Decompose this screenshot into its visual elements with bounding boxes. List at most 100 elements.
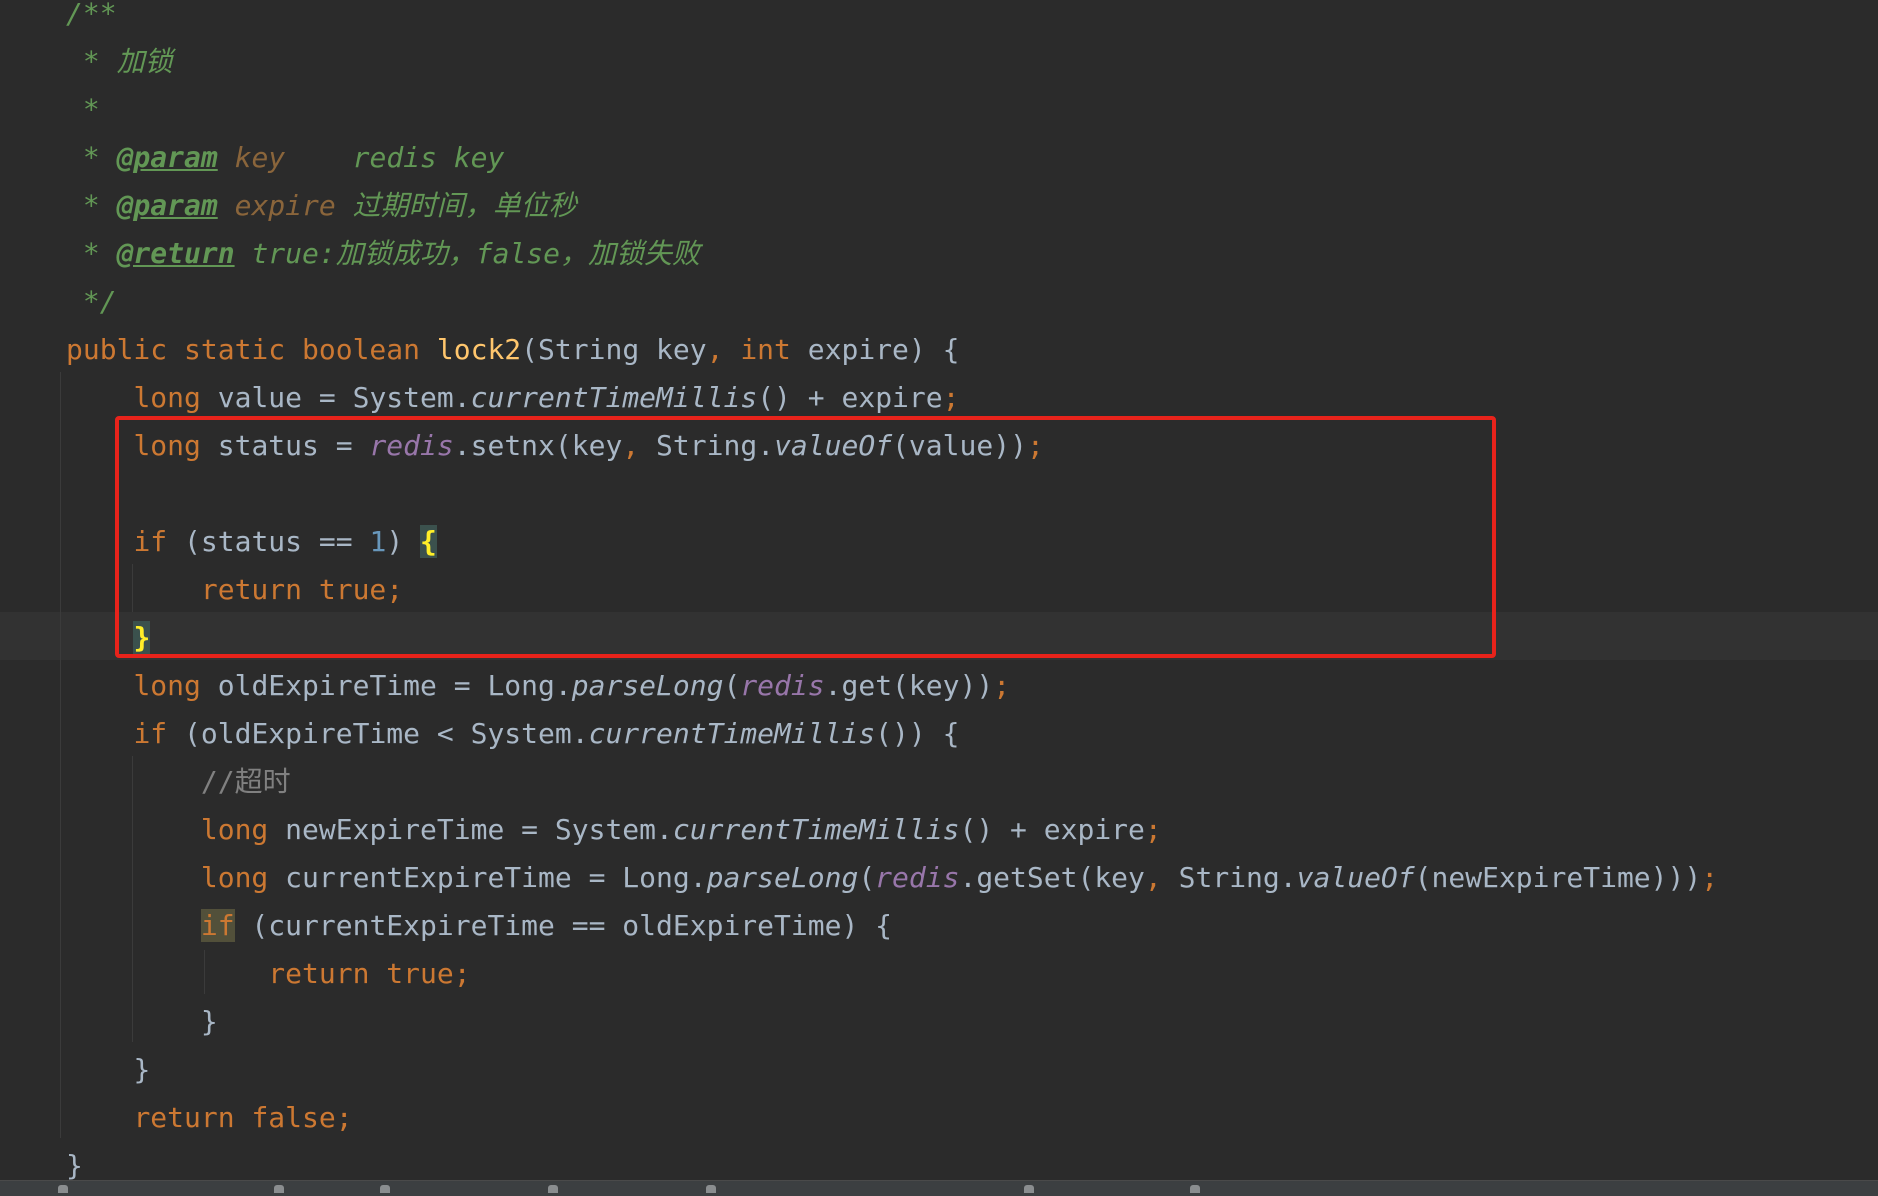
code-token: return true; [268,957,471,990]
code-line[interactable]: /** [66,0,117,38]
code-line[interactable]: if (oldExpireTime < System.currentTimeMi… [66,710,959,758]
code-token: return false; [133,1101,353,1134]
code-token: String. [1178,861,1297,894]
code-token: redis [740,669,825,702]
code-token: value = System. [217,381,471,414]
code-token: parseLong [571,669,724,702]
code-line[interactable]: return true; [66,950,471,998]
code-token: ()) { [875,717,960,750]
code-line[interactable]: long currentExpireTime = Long.parseLong (… [66,854,1718,902]
code-token: //超时 [200,765,291,798]
code-token: long [133,669,218,702]
code-token: * 加锁 [66,45,173,78]
status-bar [0,1180,1878,1196]
code-token: newExpireTime = System. [285,813,673,846]
status-bar-icon[interactable] [58,1185,68,1193]
code-line[interactable]: public static boolean lock2(String key, … [66,326,959,374]
code-token: ( [723,669,741,702]
indent-guide [60,372,61,1138]
code-token: * [66,93,100,126]
code-token: (newExpireTime))) [1414,861,1702,894]
code-line[interactable]: long oldExpireTime = Long.parseLong(redi… [66,662,1010,710]
code-token: ; [1144,813,1162,846]
status-bar-icon[interactable] [1190,1185,1200,1193]
code-line[interactable]: } [66,998,218,1046]
code-token: ; [993,669,1011,702]
code-token: () + expire [757,381,943,414]
code-token: ; [1701,861,1719,894]
code-line[interactable]: */ [66,278,117,326]
code-line[interactable]: return false; [66,1094,353,1142]
code-token: ; [942,381,960,414]
code-token: () + expire [959,813,1145,846]
code-token: @param [116,141,218,174]
code-token: (currentExpireTime == oldExpireTime) { [234,909,893,942]
code-line[interactable]: * @param key redis key [66,134,504,182]
red-highlight-box [115,416,1496,658]
code-token: long [200,813,286,846]
code-line[interactable]: * [66,86,100,134]
code-token: 过期时间，单位秒 [335,189,577,222]
status-bar-icon[interactable] [274,1185,284,1193]
code-token: (String key [521,333,707,366]
code-token: if [200,909,235,942]
code-token: currentTimeMillis [672,813,960,846]
code-token: int [740,333,808,366]
code-line[interactable]: long newExpireTime = System.currentTimeM… [66,806,1162,854]
code-token: * [66,189,117,222]
code-token: redis key [285,141,505,174]
code-token: .getSet(key [959,861,1145,894]
code-token: * [66,141,117,174]
code-token: currentTimeMillis [588,717,876,750]
code-token: parseLong [706,861,859,894]
code-token: * [66,237,117,270]
code-token: expire) { [807,333,960,366]
code-token: } [133,1053,151,1086]
code-token: currentExpireTime = Long. [285,861,707,894]
code-token: lock2 [436,333,522,366]
code-token: long [200,861,286,894]
code-line[interactable]: } [66,1046,150,1094]
code-editor[interactable]: /** * 加锁 * * @param key redis key * @par… [0,0,1878,1182]
code-line[interactable]: * 加锁 [66,38,173,86]
code-line[interactable]: //超时 [66,758,291,806]
code-token: , [706,333,741,366]
code-token: true:加锁成功，false，加锁失败 [234,237,701,270]
code-line[interactable]: * @return true:加锁成功，false，加锁失败 [66,230,700,278]
status-bar-icon[interactable] [1024,1185,1034,1193]
code-token: (oldExpireTime < System. [184,717,589,750]
code-token: } [66,1149,83,1182]
code-token: } [200,1005,218,1038]
code-token: long [133,381,218,414]
code-token: valueOf [1296,861,1415,894]
code-line[interactable]: * @param expire 过期时间，单位秒 [66,182,577,230]
code-token: .get(key)) [824,669,994,702]
status-bar-icon[interactable] [548,1185,558,1193]
code-token: currentTimeMillis [470,381,758,414]
code-line[interactable]: long value = System.currentTimeMillis() … [66,374,959,422]
code-token: expire [217,189,336,222]
code-token: , [1144,861,1179,894]
code-token: /** [66,0,117,30]
status-bar-icon[interactable] [380,1185,390,1193]
code-token: oldExpireTime = Long. [217,669,572,702]
code-token: if [133,717,185,750]
code-token: @return [116,237,235,270]
code-line[interactable]: if (currentExpireTime == oldExpireTime) … [66,902,892,950]
code-token: key [217,141,286,174]
status-bar-icon[interactable] [706,1185,716,1193]
code-token: public static boolean [66,333,437,366]
code-token: */ [66,285,117,318]
code-token: @param [116,189,218,222]
